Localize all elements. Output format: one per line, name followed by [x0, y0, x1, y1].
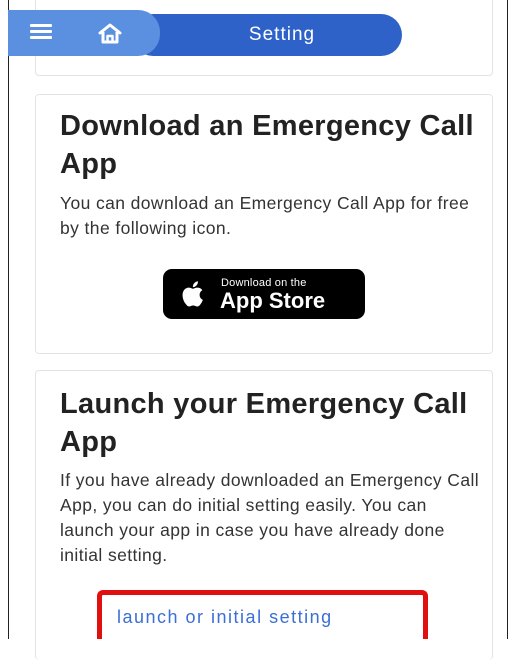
launch-card-title: Launch your Emergency Call App [60, 388, 468, 458]
home-icon[interactable] [97, 22, 123, 44]
frame-left-edge [8, 0, 9, 639]
page-title: Setting [248, 24, 316, 45]
download-app-card: Download an Emergency Call App You can d… [35, 94, 493, 354]
download-card-description: You can download an Emergency Call App f… [60, 193, 470, 238]
badge-big-text: App Store [220, 288, 326, 313]
frame-right-edge [507, 0, 508, 639]
launch-or-initial-setting-link[interactable]: launch or initial setting [117, 605, 417, 629]
app-store-badge-button[interactable]: Download on the App Store [163, 269, 365, 319]
launch-card-description: If you have already downloaded an Emerge… [60, 470, 480, 565]
download-card-title: Download an Emergency Call App [60, 110, 474, 180]
apple-icon [182, 281, 203, 307]
hamburger-menu-icon[interactable] [30, 24, 52, 40]
